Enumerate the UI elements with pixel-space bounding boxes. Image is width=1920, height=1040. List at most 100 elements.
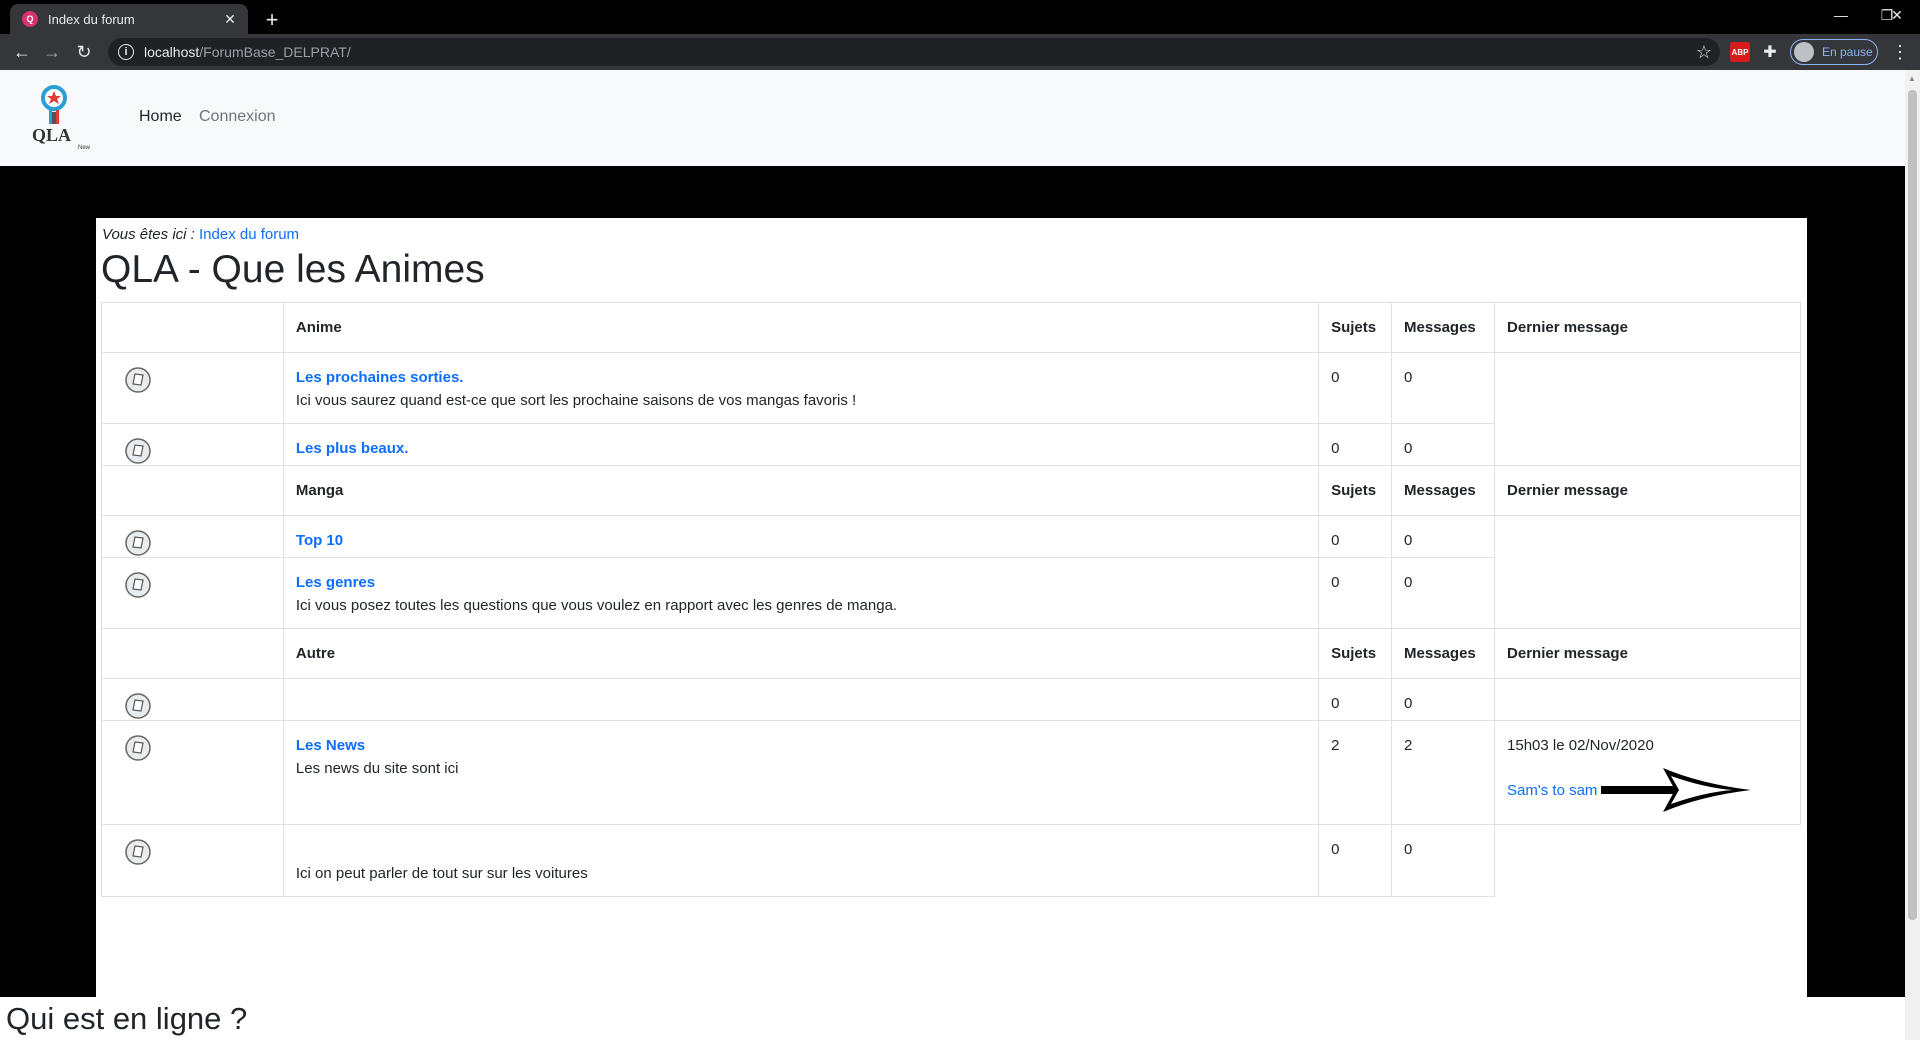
reload-icon[interactable]: ↻ xyxy=(70,38,98,66)
forum-row: Ici on peut parler de tout sur sur les v… xyxy=(101,824,1801,897)
forum-link[interactable]: Les prochaines sorties. xyxy=(296,353,1306,386)
who-is-online-title: Qui est en ligne ? xyxy=(6,1001,248,1036)
col-last-message: Dernier message xyxy=(1494,628,1801,679)
forum-icon xyxy=(125,572,151,598)
forum-link[interactable]: Les News xyxy=(296,721,1306,754)
last-message-author-row: Sam's to sam xyxy=(1507,754,1788,824)
forum-row: Les prochaines sorties. Ici vous saurez … xyxy=(101,352,1801,466)
forum-icon xyxy=(125,839,151,865)
sujets-count: 0 xyxy=(1331,369,1340,386)
sujets-count: 0 xyxy=(1331,574,1340,591)
forum-icon xyxy=(125,438,151,464)
messages-count: 0 xyxy=(1404,369,1413,386)
page-viewport: QLA New Home Connexion Vous êtes ici : I… xyxy=(0,70,1905,1040)
extensions-puzzle-icon[interactable]: ✚ xyxy=(1760,42,1780,62)
forum-description: Ici vous posez toutes les questions que … xyxy=(295,597,898,614)
last-message-cell xyxy=(1494,352,1801,466)
messages-count: 0 xyxy=(1404,574,1413,591)
messages-count: 0 xyxy=(1404,532,1413,549)
nav-home-link[interactable]: Home xyxy=(139,108,182,126)
breadcrumb: Vous êtes ici : Index du forum xyxy=(102,226,299,243)
url-path: /ForumBase_DELPRAT/ xyxy=(199,44,351,60)
scroll-up-arrow-icon[interactable]: ▲ xyxy=(1908,74,1916,83)
back-icon[interactable]: ← xyxy=(8,38,36,66)
forum-icon xyxy=(125,735,151,761)
sujets-count: 0 xyxy=(1331,695,1340,712)
col-messages: Messages xyxy=(1391,628,1496,679)
qla-logo-icon: QLA New xyxy=(32,85,91,151)
last-message-cell: 15h03 le 02/Nov/2020 Sam's to sam xyxy=(1494,720,1801,825)
scrollbar-thumb[interactable] xyxy=(1908,90,1917,920)
page-scrollbar[interactable]: ▲ xyxy=(1905,70,1920,1040)
col-messages: Messages xyxy=(1391,302,1496,353)
forum-icon xyxy=(125,367,151,393)
category-row: Manga Sujets Messages Dernier message xyxy=(101,465,1801,516)
tab-strip: Q Index du forum ✕ + — ❐ xyxy=(0,0,1920,34)
sujets-count: 0 xyxy=(1331,841,1340,858)
forum-table: Anime Sujets Messages Dernier message Le… xyxy=(101,302,1801,897)
browser-tab[interactable]: Q Index du forum ✕ xyxy=(10,4,248,34)
col-sujets: Sujets xyxy=(1318,628,1393,679)
category-name: Autre xyxy=(282,628,1320,679)
forum-row: 0 0 xyxy=(101,678,1801,721)
forum-description: Ici on peut parler de tout sur sur les v… xyxy=(295,865,588,882)
qla-logo[interactable]: QLA New xyxy=(28,84,102,154)
qla-favicon-icon: Q xyxy=(22,11,38,27)
category-name: Anime xyxy=(282,302,1320,353)
profile-label: En pause xyxy=(1822,45,1873,59)
forum-row: Les News Les news du site sont ici 2 2 1… xyxy=(101,720,1801,825)
forum-link[interactable]: Les plus beaux. xyxy=(296,424,1306,457)
forum-row: Top 10 0 0 xyxy=(101,515,1801,629)
nav-connexion-link[interactable]: Connexion xyxy=(199,108,276,126)
category-row: Anime Sujets Messages Dernier message xyxy=(101,302,1801,353)
avatar xyxy=(1794,42,1814,62)
col-last-message: Dernier message xyxy=(1494,465,1801,516)
category-name: Manga xyxy=(282,465,1320,516)
site-navbar: QLA New Home Connexion xyxy=(0,70,1905,166)
browser-menu-icon[interactable]: ⋮ xyxy=(1888,38,1912,66)
url-host: localhost xyxy=(144,44,200,60)
last-message-author-link[interactable]: Sam's to sam xyxy=(1507,782,1597,799)
close-window-icon[interactable]: ✕ xyxy=(1874,0,1920,30)
col-messages: Messages xyxy=(1391,465,1496,516)
browser-toolbar: ← → ↻ i localhost/ForumBase_DELPRAT/ ☆ A… xyxy=(0,34,1920,70)
adblock-extension-icon[interactable]: ABP xyxy=(1730,42,1750,62)
forum-description: Ici vous saurez quand est-ce que sort le… xyxy=(295,392,857,409)
messages-count: 0 xyxy=(1404,695,1413,712)
address-bar[interactable]: i localhost/ForumBase_DELPRAT/ ☆ xyxy=(108,38,1720,66)
last-message-cell xyxy=(1495,825,1801,897)
col-last-message: Dernier message xyxy=(1494,302,1801,353)
col-sujets: Sujets xyxy=(1318,302,1393,353)
forum-link[interactable]: Les genres xyxy=(296,558,1306,591)
sujets-count: 2 xyxy=(1331,737,1340,754)
close-tab-icon[interactable]: ✕ xyxy=(220,9,240,29)
forum-link[interactable] xyxy=(296,679,1306,695)
sujets-count: 0 xyxy=(1331,440,1340,457)
messages-count: 0 xyxy=(1404,841,1413,858)
forward-icon[interactable]: → xyxy=(38,38,66,66)
breadcrumb-label: Vous êtes ici : xyxy=(102,226,195,243)
bookmark-star-icon[interactable]: ☆ xyxy=(1696,42,1712,63)
profile-button[interactable]: En pause xyxy=(1790,39,1878,65)
logo-subtext: New xyxy=(78,145,91,151)
last-message-cell xyxy=(1494,678,1801,721)
category-row: Autre Sujets Messages Dernier message xyxy=(101,628,1801,679)
info-icon[interactable]: i xyxy=(118,44,134,60)
tab-title: Index du forum xyxy=(48,11,135,27)
last-message-cell xyxy=(1494,515,1801,629)
forum-panel: Vous êtes ici : Index du forum QLA - Que… xyxy=(96,218,1807,1015)
breadcrumb-link[interactable]: Index du forum xyxy=(199,226,299,243)
col-sujets: Sujets xyxy=(1318,465,1393,516)
logo-text: QLA xyxy=(32,125,71,145)
new-tab-icon[interactable]: + xyxy=(258,6,286,34)
minimize-icon[interactable]: — xyxy=(1818,0,1864,30)
forum-link[interactable] xyxy=(296,825,1306,859)
sujets-count: 0 xyxy=(1331,532,1340,549)
forum-description: Les news du site sont ici xyxy=(295,760,459,777)
forum-link[interactable]: Top 10 xyxy=(296,516,1306,549)
messages-count: 2 xyxy=(1404,737,1413,754)
messages-count: 0 xyxy=(1404,440,1413,457)
arrow-right-icon xyxy=(1601,768,1752,812)
last-message-date: 15h03 le 02/Nov/2020 xyxy=(1507,737,1654,754)
forum-icon xyxy=(125,530,151,556)
